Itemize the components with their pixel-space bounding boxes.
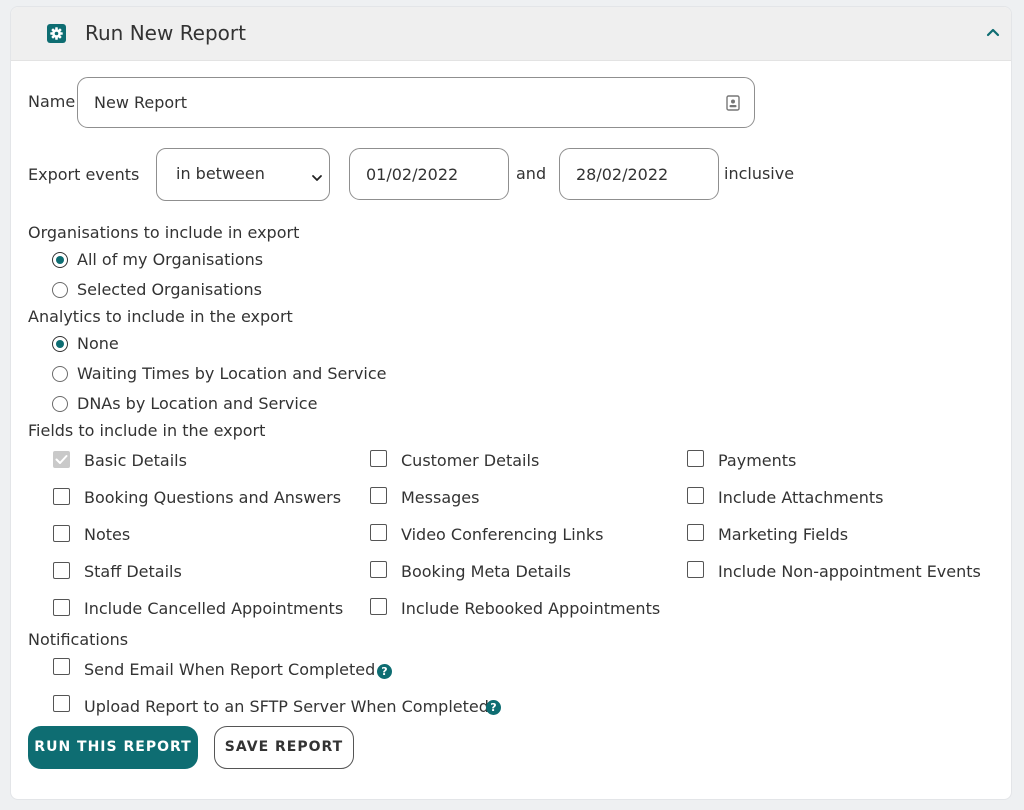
analytics-waiting-times-label[interactable]: Waiting Times by Location and Service — [77, 364, 387, 383]
field-non-appointment-events-label[interactable]: Include Non-appointment Events — [718, 562, 981, 581]
org-all-radio[interactable] — [52, 252, 68, 268]
inclusive-label: inclusive — [724, 164, 795, 183]
notify-sftp-checkbox[interactable] — [53, 695, 70, 712]
field-rebooked-appointments-label[interactable]: Include Rebooked Appointments — [401, 599, 660, 618]
org-all-label[interactable]: All of my Organisations — [77, 250, 263, 269]
field-staff-details-label[interactable]: Staff Details — [84, 562, 182, 581]
org-selected-radio[interactable] — [52, 282, 68, 298]
analytics-waiting-times-radio[interactable] — [52, 366, 68, 382]
field-basic-details-label[interactable]: Basic Details — [84, 451, 187, 470]
question-icon[interactable]: ? — [486, 700, 501, 715]
analytics-heading: Analytics to include in the export — [28, 307, 293, 326]
notify-sftp-label[interactable]: Upload Report to an SFTP Server When Com… — [84, 697, 489, 716]
analytics-none-label[interactable]: None — [77, 334, 119, 353]
field-non-appointment-events-checkbox[interactable] — [687, 561, 704, 578]
field-payments-checkbox[interactable] — [687, 450, 704, 467]
field-messages-checkbox[interactable] — [370, 487, 387, 504]
field-customer-details-checkbox[interactable] — [370, 450, 387, 467]
field-video-links-label[interactable]: Video Conferencing Links — [401, 525, 603, 544]
date-to-input[interactable] — [559, 148, 719, 200]
report-name-input[interactable] — [77, 77, 755, 128]
field-booking-questions-checkbox[interactable] — [53, 488, 70, 505]
field-payments-label[interactable]: Payments — [718, 451, 796, 470]
events-range-value: in between — [176, 164, 265, 183]
and-label: and — [516, 164, 547, 183]
gear-icon — [47, 24, 66, 43]
field-messages-label[interactable]: Messages — [401, 488, 479, 507]
run-new-report-panel: Run New Report Name Export events in bet… — [10, 6, 1012, 800]
fields-heading: Fields to include in the export — [28, 421, 266, 440]
org-selected-label[interactable]: Selected Organisations — [77, 280, 262, 299]
field-booking-meta-label[interactable]: Booking Meta Details — [401, 562, 571, 581]
field-staff-details-checkbox[interactable] — [53, 562, 70, 579]
panel-title: Run New Report — [85, 21, 246, 45]
run-report-button[interactable]: RUN THIS REPORT — [28, 726, 198, 769]
field-booking-questions-label[interactable]: Booking Questions and Answers — [84, 488, 341, 507]
field-rebooked-appointments-checkbox[interactable] — [370, 598, 387, 615]
export-events-label: Export events — [28, 165, 140, 184]
notify-email-checkbox[interactable] — [53, 658, 70, 675]
question-icon[interactable]: ? — [377, 664, 392, 679]
field-customer-details-label[interactable]: Customer Details — [401, 451, 539, 470]
field-video-links-checkbox[interactable] — [370, 524, 387, 541]
panel-header[interactable]: Run New Report — [11, 7, 1011, 61]
field-notes-checkbox[interactable] — [53, 525, 70, 542]
field-cancelled-appointments-checkbox[interactable] — [53, 599, 70, 616]
chevron-down-icon — [311, 169, 323, 188]
analytics-none-radio[interactable] — [52, 336, 68, 352]
contact-card-icon[interactable] — [726, 95, 740, 111]
save-report-button[interactable]: SAVE REPORT — [214, 726, 354, 769]
events-range-select[interactable]: in between — [156, 148, 330, 201]
field-basic-details-checkbox[interactable] — [53, 451, 70, 468]
date-from-input[interactable] — [349, 148, 509, 200]
field-booking-meta-checkbox[interactable] — [370, 561, 387, 578]
field-cancelled-appointments-label[interactable]: Include Cancelled Appointments — [84, 599, 343, 618]
field-marketing-checkbox[interactable] — [687, 524, 704, 541]
organisations-heading: Organisations to include in export — [28, 223, 300, 242]
field-attachments-label[interactable]: Include Attachments — [718, 488, 883, 507]
field-marketing-label[interactable]: Marketing Fields — [718, 525, 848, 544]
notifications-heading: Notifications — [28, 630, 129, 649]
field-attachments-checkbox[interactable] — [687, 487, 704, 504]
notify-email-label[interactable]: Send Email When Report Completed — [84, 660, 375, 679]
chevron-up-icon[interactable] — [981, 21, 1005, 45]
analytics-dnas-label[interactable]: DNAs by Location and Service — [77, 394, 317, 413]
field-notes-label[interactable]: Notes — [84, 525, 130, 544]
analytics-dnas-radio[interactable] — [52, 396, 68, 412]
name-label: Name — [28, 92, 76, 111]
